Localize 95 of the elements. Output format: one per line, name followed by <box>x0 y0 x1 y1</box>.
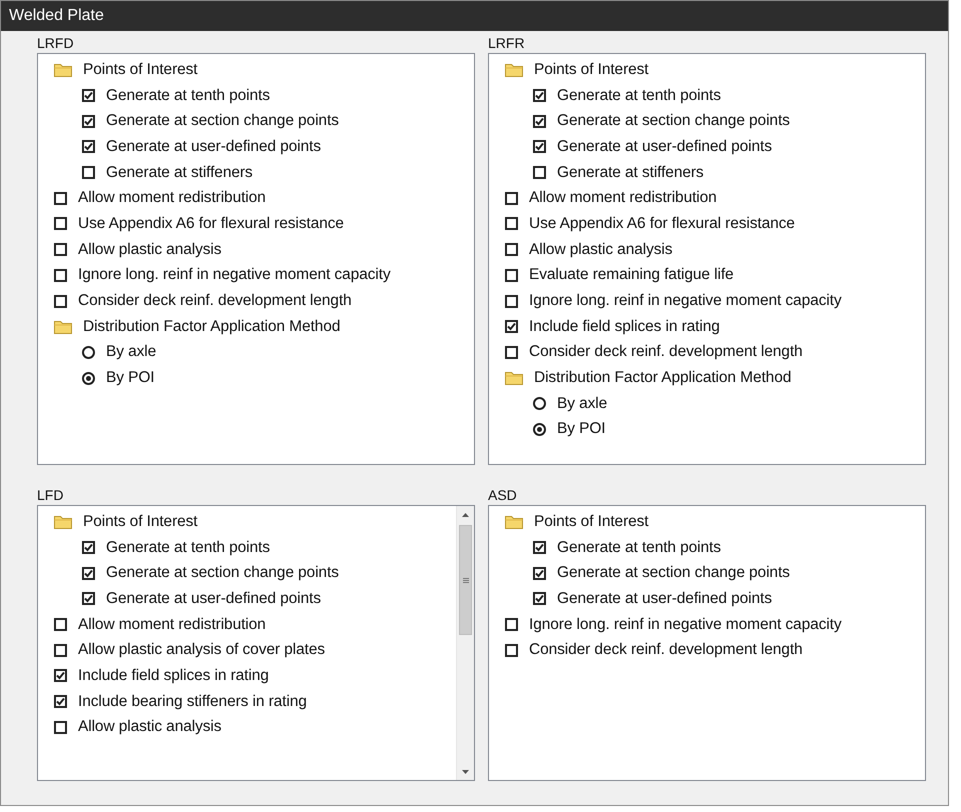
checkbox[interactable] <box>505 618 518 632</box>
option-label[interactable]: Consider deck reinf. development length <box>78 292 352 310</box>
option-label[interactable]: Allow plastic analysis <box>529 240 672 259</box>
option-label[interactable]: Ignore long. reinf in negative moment capacity <box>78 266 390 284</box>
checkbox[interactable] <box>505 243 518 256</box>
checkbox[interactable] <box>533 566 546 580</box>
scroll-up-icon[interactable] <box>462 512 469 516</box>
option-label[interactable]: Generate at tenth points <box>557 86 721 105</box>
section-title: LRFD <box>37 34 74 53</box>
folder-icon <box>54 62 72 77</box>
option-label[interactable]: Generate at section change points <box>106 564 339 582</box>
option-label[interactable]: Generate at section change points <box>106 112 339 130</box>
checkbox[interactable] <box>82 89 95 102</box>
option-label[interactable]: Allow plastic analysis <box>78 718 222 736</box>
checkbox[interactable] <box>82 114 95 128</box>
checkbox[interactable] <box>54 618 67 632</box>
option-label[interactable]: Ignore long. reinf in negative moment capacity <box>529 292 842 310</box>
option-label[interactable]: Include bearing stiffeners in rating <box>78 692 307 711</box>
option-label[interactable]: By axle <box>106 343 156 362</box>
folder-icon <box>505 514 523 529</box>
checkbox[interactable] <box>533 592 546 606</box>
option-label[interactable]: Consider deck reinf. development length <box>529 343 803 362</box>
checkbox[interactable] <box>505 268 518 282</box>
group-label: Points of Interest <box>534 60 649 79</box>
checkbox[interactable] <box>82 566 95 580</box>
option-label[interactable]: Use Appendix A6 for flexural resistance <box>529 214 795 233</box>
checkbox[interactable] <box>54 644 67 657</box>
checkbox[interactable] <box>533 166 546 180</box>
checkbox[interactable] <box>505 217 518 230</box>
checkbox[interactable] <box>533 89 546 102</box>
checkbox[interactable] <box>54 268 67 282</box>
checkbox[interactable] <box>82 166 95 180</box>
scrollbar[interactable] <box>456 506 474 780</box>
option-label[interactable]: By POI <box>106 369 154 388</box>
checkbox[interactable] <box>54 695 67 708</box>
checkbox[interactable] <box>54 217 67 230</box>
radio-button[interactable] <box>533 397 546 410</box>
option-label[interactable]: Generate at stiffeners <box>557 164 704 182</box>
checkbox[interactable] <box>505 294 518 308</box>
option-label[interactable]: Allow moment redistribution <box>78 189 266 208</box>
option-label[interactable]: Include field splices in rating <box>529 318 720 336</box>
option-label[interactable]: Allow moment redistribution <box>78 616 266 634</box>
checkbox[interactable] <box>82 541 95 554</box>
window-title: Welded Plate <box>9 7 104 25</box>
option-label[interactable]: Generate at tenth points <box>106 86 270 105</box>
scroll-down-icon[interactable] <box>462 770 469 774</box>
option-label[interactable]: Generate at user-defined points <box>106 590 321 608</box>
option-label[interactable]: Generate at user-defined points <box>106 138 321 156</box>
folder-icon <box>54 320 72 334</box>
option-label[interactable]: Include field splices in rating <box>78 666 269 685</box>
folder-icon <box>505 371 523 386</box>
checkbox[interactable] <box>54 669 67 682</box>
checkbox[interactable] <box>54 243 67 256</box>
option-label[interactable]: Consider deck reinf. development length <box>529 641 803 660</box>
group-label: Distribution Factor Application Method <box>83 318 340 336</box>
option-label[interactable]: Allow plastic analysis <box>78 240 222 259</box>
checkbox[interactable] <box>505 644 518 657</box>
checkbox[interactable] <box>54 720 67 734</box>
checkbox[interactable] <box>505 320 518 334</box>
option-label[interactable]: Allow plastic analysis of cover plates <box>78 641 325 660</box>
option-label[interactable]: Allow moment redistribution <box>529 189 717 208</box>
checkbox[interactable] <box>82 592 95 606</box>
section-title: LRFR <box>488 34 525 53</box>
option-label[interactable]: By POI <box>557 420 606 438</box>
option-label[interactable]: Generate at tenth points <box>106 538 270 557</box>
group-label: Distribution Factor Application Method <box>534 369 792 388</box>
option-label[interactable]: Generate at section change points <box>557 564 790 582</box>
checkbox[interactable] <box>505 192 518 205</box>
radio-button[interactable] <box>533 422 546 436</box>
folder-icon <box>54 514 72 529</box>
checkbox[interactable] <box>533 541 546 554</box>
scroll-thumb[interactable] <box>459 525 472 635</box>
checkbox[interactable] <box>533 114 546 128</box>
checkbox[interactable] <box>82 140 95 154</box>
option-label[interactable]: Generate at user-defined points <box>557 138 772 156</box>
checkbox[interactable] <box>505 346 518 359</box>
option-label[interactable]: Generate at user-defined points <box>557 590 772 608</box>
group-label: Points of Interest <box>534 512 649 531</box>
checkbox[interactable] <box>533 140 546 154</box>
checkbox[interactable] <box>54 192 67 205</box>
radio-button[interactable] <box>82 346 95 359</box>
option-label[interactable]: Generate at tenth points <box>557 538 721 557</box>
option-label[interactable]: Evaluate remaining fatigue life <box>529 266 734 284</box>
option-label[interactable]: Generate at stiffeners <box>106 164 253 182</box>
folder-icon <box>505 62 523 77</box>
option-label[interactable]: Generate at section change points <box>557 112 790 130</box>
option-label[interactable]: By axle <box>557 394 608 413</box>
section-title: ASD <box>488 486 517 505</box>
group-label: Points of Interest <box>83 512 198 531</box>
option-label[interactable]: Ignore long. reinf in negative moment capacity <box>529 616 842 634</box>
radio-button[interactable] <box>82 372 95 385</box>
group-label: Points of Interest <box>83 60 198 79</box>
checkbox[interactable] <box>54 294 67 308</box>
option-label[interactable]: Use Appendix A6 for flexural resistance <box>78 214 344 233</box>
section-title: LFD <box>37 486 64 505</box>
